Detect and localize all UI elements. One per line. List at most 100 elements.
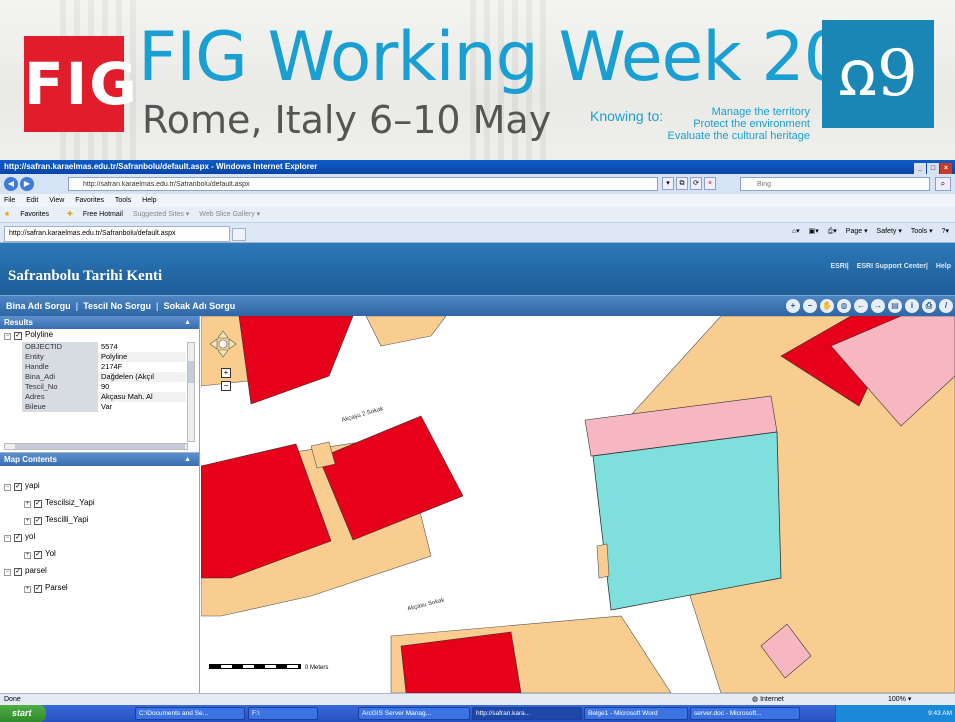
checkbox-checked[interactable]: ✓ [34, 517, 42, 525]
menu-tools[interactable]: Tools [115, 197, 131, 204]
checkbox-checked[interactable]: ✓ [14, 568, 22, 576]
scroll-thumb[interactable] [15, 444, 185, 449]
checkbox-checked[interactable]: ✓ [34, 551, 42, 559]
print-icon[interactable]: ⎙▾ [828, 228, 837, 235]
menu-favorites[interactable]: Favorites [75, 197, 104, 204]
tools-menu[interactable]: Tools ▾ [911, 228, 933, 235]
zoom-level[interactable]: 100% ▾ [888, 694, 911, 705]
hotmail-link[interactable]: Free Hotmail [83, 211, 123, 218]
favorites-button[interactable]: ★ Favorites [4, 211, 57, 218]
taskbar-item[interactable]: F:\ [248, 707, 318, 720]
forward-icon[interactable]: ▶ [20, 177, 34, 191]
map-contents-header[interactable]: Map Contents ▲ [0, 453, 199, 466]
full-extent-icon[interactable]: ◍ [837, 299, 851, 313]
start-button[interactable]: start [0, 705, 46, 722]
zoom-in-button[interactable]: + [221, 368, 231, 378]
suggested-sites-link[interactable]: Suggested Sites ▾ [133, 211, 189, 218]
query-street-name[interactable]: Sokak Adı Sorgu [164, 301, 236, 311]
expand-icon[interactable]: + [24, 518, 31, 525]
close-button[interactable]: × [940, 163, 952, 174]
menu-file[interactable]: File [4, 197, 15, 204]
pan-control[interactable] [209, 330, 237, 358]
results-horizontal-scrollbar[interactable] [4, 443, 188, 450]
results-header[interactable]: Results ▲ [0, 316, 199, 329]
page-menu[interactable]: Page ▾ [846, 228, 868, 235]
layer-row-tescilsiz[interactable]: + ✓ Tescilsiz_Yapi [0, 497, 199, 508]
esri-support-link[interactable]: ESRI Support Center [857, 263, 926, 270]
back-extent-icon[interactable]: ← [854, 299, 868, 313]
layer-row-parsel[interactable]: + ✓ Parsel [0, 582, 199, 593]
menu-view[interactable]: View [49, 197, 64, 204]
home-icon[interactable]: ⌂▾ [792, 228, 800, 235]
minimize-button[interactable]: _ [914, 163, 926, 174]
forward-extent-icon[interactable]: → [871, 299, 885, 313]
search-icon[interactable]: ⌕ [935, 177, 951, 191]
dropdown-icon[interactable]: ▾ [662, 177, 674, 190]
query-building-name[interactable]: Bina Adı Sorgu [6, 301, 71, 311]
pan-arrows-icon[interactable] [209, 330, 237, 358]
zoom-out-tool-icon[interactable]: − [803, 299, 817, 313]
expand-icon[interactable]: + [24, 586, 31, 593]
taskbar-item[interactable]: ArcGIS Server Manag... [358, 707, 470, 720]
checkbox-checked[interactable]: ✓ [34, 500, 42, 508]
help-icon[interactable]: ?▾ [942, 228, 949, 235]
query-registry-no[interactable]: Tescil No Sorgu [83, 301, 151, 311]
expand-icon[interactable]: − [4, 569, 11, 576]
layer-row-tescilli[interactable]: + ✓ Tescilli_Yapi [0, 514, 199, 525]
layer-label: yapi [25, 481, 40, 490]
map-canvas[interactable] [201, 316, 955, 693]
taskbar-item[interactable]: server.doc - Microsoft... [690, 707, 800, 720]
parcel-polygon[interactable] [596, 543, 610, 579]
identify-icon[interactable]: i [905, 299, 919, 313]
taskbar-item[interactable]: Belge1 - Microsoft Word [584, 707, 688, 720]
feeds-icon[interactable]: ▣▾ [809, 228, 819, 235]
browser-tab[interactable]: http://safran.karaelmas.edu.tr/Safranbol… [4, 226, 230, 242]
zoom-out-button[interactable]: − [221, 381, 231, 391]
results-layer-row[interactable]: − ✓ Polyline [0, 329, 199, 340]
expand-icon[interactable]: − [4, 535, 11, 542]
layer-row-yapi[interactable]: − ✓ yapi [0, 480, 199, 491]
layer-row-parsel-group[interactable]: − ✓ parsel [0, 565, 199, 576]
esri-link[interactable]: ESRI [830, 263, 846, 270]
maximize-button[interactable]: □ [927, 163, 939, 174]
web-slice-link[interactable]: Web Slice Gallery ▾ [199, 211, 260, 218]
menu-edit[interactable]: Edit [26, 197, 38, 204]
results-vertical-scrollbar[interactable] [187, 342, 195, 442]
collapse-icon[interactable]: ▲ [184, 316, 191, 329]
collapse-icon[interactable]: ▲ [184, 453, 191, 466]
url-input[interactable] [68, 177, 658, 191]
safety-menu[interactable]: Safety ▾ [877, 228, 902, 235]
checkbox-checked[interactable]: ✓ [14, 534, 22, 542]
zoom-in-tool-icon[interactable]: + [786, 299, 800, 313]
registered-building[interactable] [238, 316, 354, 405]
compat-icon[interactable]: ⧉ [676, 177, 688, 190]
checkbox-checked[interactable]: ✓ [14, 483, 22, 491]
layer-row-yol-group[interactable]: − ✓ yol [0, 531, 199, 542]
search-input[interactable] [740, 177, 930, 191]
layer-row-yol[interactable]: + ✓ Yol [0, 548, 199, 559]
pan-tool-icon[interactable]: ✋ [820, 299, 834, 313]
selected-building[interactable] [592, 431, 782, 611]
new-tab-button[interactable] [232, 228, 246, 241]
refresh-icon[interactable]: ⟳ [690, 177, 702, 190]
help-link[interactable]: Help [936, 263, 951, 270]
measure-icon[interactable]: ▤ [888, 299, 902, 313]
print-map-icon[interactable]: ⎙ [922, 299, 936, 313]
menu-help[interactable]: Help [142, 197, 156, 204]
clock[interactable]: 9:43 AM [928, 710, 952, 717]
tool-more-icon[interactable]: / [939, 299, 953, 313]
expand-icon[interactable]: − [4, 484, 11, 491]
expand-icon[interactable]: − [4, 333, 11, 340]
map-view[interactable]: + − Akçaşu 2 Sokak Akçasu Sokak 0 Meters [201, 316, 955, 693]
stop-icon[interactable]: × [704, 177, 716, 190]
add-favorite-icon[interactable]: ✚ [67, 211, 73, 218]
back-icon[interactable]: ◀ [4, 177, 18, 191]
checkbox-checked[interactable]: ✓ [34, 585, 42, 593]
taskbar-item[interactable]: C:\Documents and Se... [135, 707, 245, 720]
expand-icon[interactable]: + [24, 501, 31, 508]
expand-icon[interactable]: + [24, 552, 31, 559]
scroll-thumb[interactable] [188, 361, 194, 383]
checkbox-checked[interactable]: ✓ [14, 332, 22, 340]
taskbar-item-active[interactable]: http://safran.kara... [472, 707, 582, 720]
parcel-polygon[interactable] [365, 316, 447, 347]
